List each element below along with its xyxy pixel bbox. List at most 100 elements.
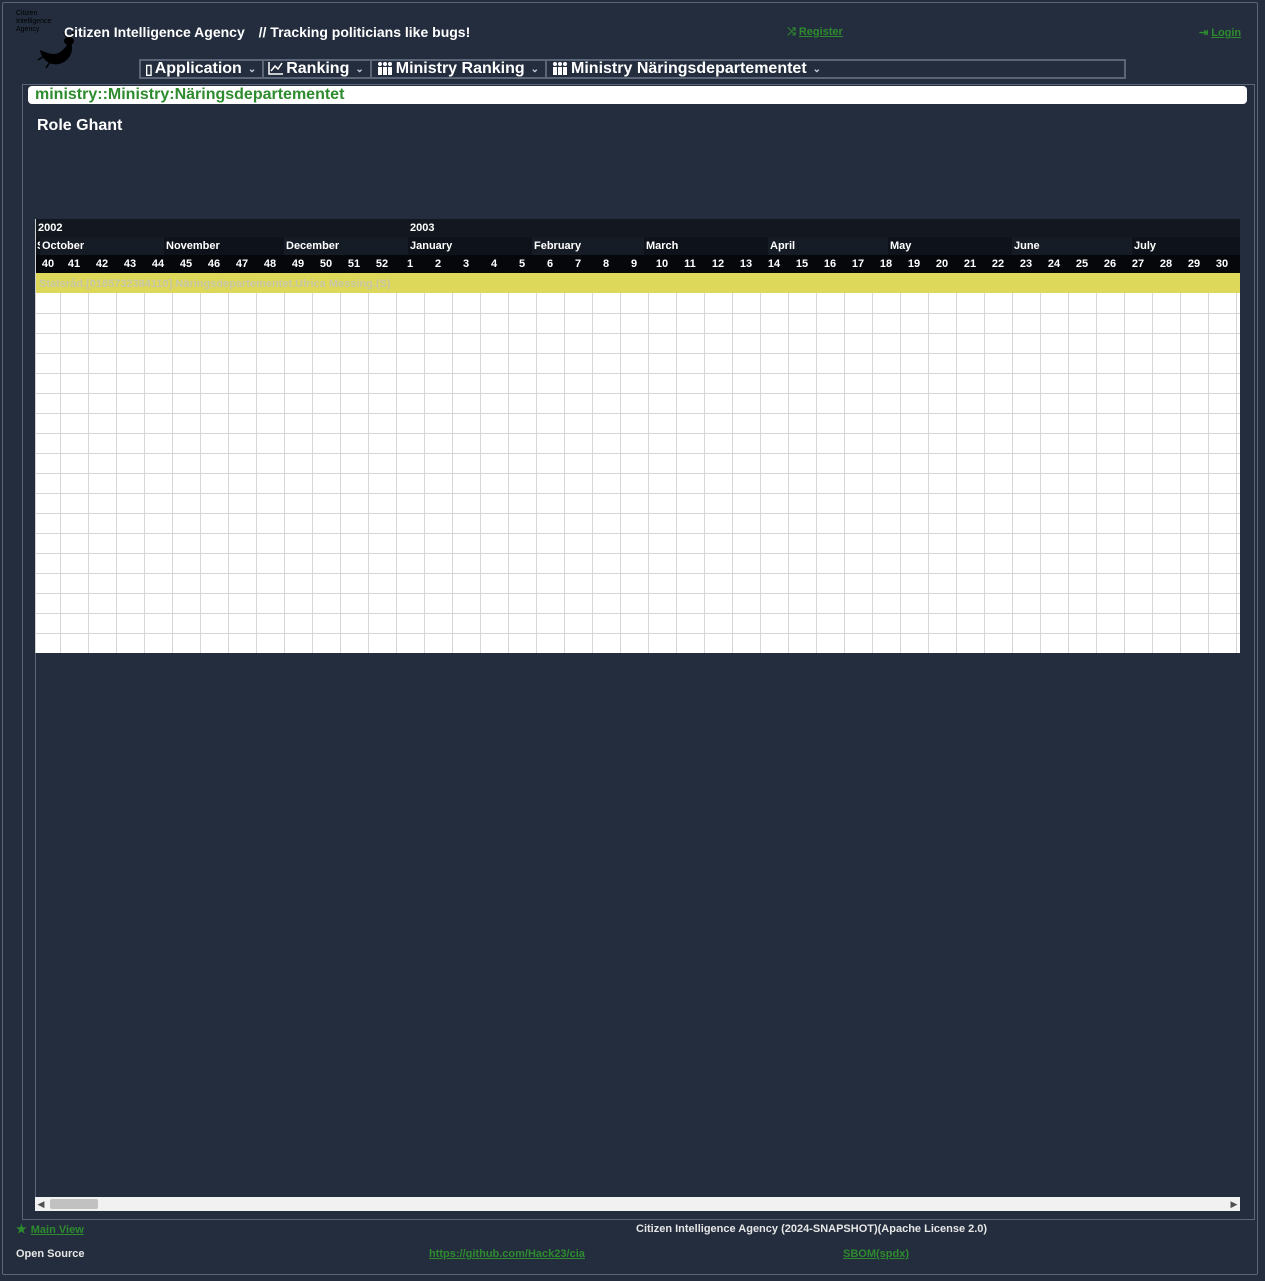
gantt-month: February <box>532 237 644 255</box>
group-icon <box>551 61 569 78</box>
gantt-body: Statsråd.[0165732384110].Näringsdepartem… <box>36 273 1240 653</box>
gantt-week: 45 <box>179 258 193 270</box>
gantt-week: 23 <box>1019 258 1033 270</box>
sign-in-icon: ⇥ <box>1199 27 1209 39</box>
menu-ministry-ranking[interactable]: Ministry Ranking ⌄ <box>372 60 548 78</box>
gantt-month: July <box>1132 237 1240 255</box>
site-logo[interactable]: Citizen Intelligence Agency <box>14 10 78 70</box>
gantt-week: 14 <box>767 258 781 270</box>
bug-logo-icon <box>37 31 74 69</box>
gantt-week: 25 <box>1075 258 1089 270</box>
gantt-week: 6 <box>546 258 554 270</box>
gantt-week: 15 <box>795 258 809 270</box>
gantt-week: 18 <box>879 258 893 270</box>
gantt-year: 2003 <box>410 222 435 234</box>
gantt-grid-line <box>36 553 1240 554</box>
gantt-month: November <box>164 237 284 255</box>
gantt-grid-line <box>36 433 1240 434</box>
menu-application-label: Application <box>154 60 242 77</box>
gantt-grid-line <box>36 353 1240 354</box>
gantt-week: 21 <box>963 258 977 270</box>
gantt-month: June <box>1012 237 1132 255</box>
gantt-week: 1 <box>406 258 414 270</box>
line-chart-icon <box>268 61 284 78</box>
gantt-role-bar[interactable]: Statsråd.[0165732384110].Näringsdepartem… <box>36 273 1240 293</box>
star-icon: ★ <box>16 1222 27 1236</box>
gantt-year-row: 2002 2003 <box>36 219 1240 237</box>
chevron-down-icon: ⌄ <box>530 63 540 75</box>
gantt-week: 42 <box>95 258 109 270</box>
register-label: Register <box>798 26 843 38</box>
document-icon: ▯ <box>145 60 153 77</box>
gantt-week: 29 <box>1187 258 1201 270</box>
gantt-grid-line <box>36 333 1240 334</box>
site-title-text: Citizen Intelligence Agency <box>64 24 245 40</box>
version-text: Citizen Intelligence Agency (2024-SNAPSH… <box>636 1223 988 1235</box>
gantt-week: 13 <box>739 258 753 270</box>
gantt-month: May <box>888 237 1012 255</box>
gantt-week: 11 <box>684 258 696 270</box>
gantt-week: 43 <box>123 258 137 270</box>
scrollbar-thumb[interactable] <box>50 1199 98 1209</box>
github-link[interactable]: https://github.com/Hack23/cia <box>429 1248 585 1260</box>
gantt-week: 26 <box>1103 258 1117 270</box>
gantt-grid-line <box>36 493 1240 494</box>
menu-ranking-label: Ranking <box>286 60 350 77</box>
gantt-week: 17 <box>851 258 865 270</box>
gantt-grid-line <box>36 413 1240 414</box>
menu-ranking[interactable]: Ranking ⌄ <box>264 60 372 78</box>
chevron-down-icon: ⌄ <box>355 63 364 75</box>
menu-ministry-naringsdepartementet-label: Ministry Näringsdepartementet <box>571 60 807 77</box>
gantt-week: 24 <box>1047 258 1061 270</box>
main-view-label: Main View <box>30 1224 84 1236</box>
gantt-week: 22 <box>991 258 1005 270</box>
horizontal-scrollbar[interactable]: ◀ ▶ <box>35 1197 1240 1211</box>
menu-ministry-naringsdepartementet[interactable]: Ministry Näringsdepartementet ⌄ <box>547 60 827 78</box>
gantt-month: March <box>644 237 768 255</box>
gantt-week: 50 <box>319 258 333 270</box>
gantt-month: April <box>768 237 888 255</box>
group-icon <box>376 61 394 78</box>
gantt-week: 8 <box>602 258 610 270</box>
main-view-link[interactable]: ★ Main View <box>16 1222 84 1236</box>
gantt-week: 49 <box>291 258 305 270</box>
gantt-week-row: 40 41 42 43 44 45 46 47 48 49 50 51 52 1 2 3 4 5 6 7 8 9 10 11 1… <box>36 255 1240 273</box>
site-title: Citizen Intelligence Agency // Tracking … <box>64 24 470 40</box>
panel-caption: ministry::Ministry:Näringsdepartementet <box>28 86 1247 104</box>
gantt-week: 9 <box>630 258 638 270</box>
gantt-week: 46 <box>207 258 221 270</box>
gantt-grid-line <box>36 313 1240 314</box>
gantt-month-row: S October November December January Febr… <box>36 237 1240 255</box>
login-label: Login <box>1211 27 1242 39</box>
gantt-week: 19 <box>907 258 921 270</box>
gantt-month: October <box>40 237 164 255</box>
site-tagline: // Tracking politicians like bugs! <box>258 24 471 40</box>
panel-divider <box>35 653 36 1197</box>
gantt-grid-line <box>36 393 1240 394</box>
open-source-label: Open Source <box>16 1248 85 1260</box>
gantt-week: 12 <box>711 258 725 270</box>
gantt-grid-line <box>36 513 1240 514</box>
gantt-week: 16 <box>823 258 837 270</box>
login-link[interactable]: ⇥ Login <box>1199 26 1241 39</box>
register-link[interactable]: ⤨ Register <box>787 26 843 39</box>
gantt-week: 41 <box>67 258 81 270</box>
gantt-week: 7 <box>574 258 582 270</box>
gantt-grid-line <box>36 453 1240 454</box>
gantt-week: 20 <box>935 258 949 270</box>
role-gantt-chart: 2002 2003 S October November December Ja… <box>35 219 1240 653</box>
scroll-right-icon[interactable]: ▶ <box>1228 1197 1240 1211</box>
menu-application[interactable]: ▯ Application ⌄ <box>141 60 265 77</box>
chevron-down-icon: ⌄ <box>812 63 822 75</box>
gantt-week: 48 <box>263 258 277 270</box>
scroll-left-icon[interactable]: ◀ <box>35 1197 47 1211</box>
gantt-grid-line <box>36 633 1240 634</box>
gantt-week: 27 <box>1131 258 1145 270</box>
gantt-grid-line <box>36 533 1240 534</box>
gantt-year: 2002 <box>38 222 63 234</box>
sbom-link[interactable]: SBOM(spdx) <box>843 1248 909 1260</box>
gantt-week: 10 <box>655 258 669 270</box>
gantt-week: 28 <box>1159 258 1173 270</box>
gantt-week: 5 <box>518 258 526 270</box>
gantt-month: December <box>284 237 408 255</box>
